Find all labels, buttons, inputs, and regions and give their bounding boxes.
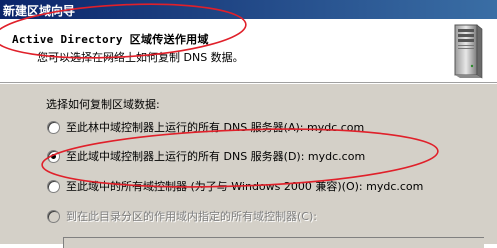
option-domain-dns[interactable]: 至此域中域控制器上运行的所有 DNS 服务器(D): mydc.com [47,148,365,164]
option-domain-dc[interactable]: 至此域中的所有域控制器 (为了与 Windows 2000 兼容)(O): my… [47,178,423,194]
wizard-body: 选择如何复制区域数据: 至此林中域控制器上运行的所有 DNS 服务器(A): m… [0,84,497,248]
page-subtitle: 您可以选择在网络上如何复制 DNS 数据。 [37,51,244,64]
wizard-header: Active Directory 区域传送作用域 您可以选择在网络上如何复制 D… [0,19,497,83]
window-title: 新建区域向导 [3,4,76,18]
radio-forest-dns[interactable] [47,120,60,134]
page-title: Active Directory 区域传送作用域 [12,33,209,46]
option-forest-dns-label: 至此林中域控制器上运行的所有 DNS 服务器(A): mydc.com [66,121,365,134]
option-directory-partition-label: 到在此目录分区的作用域内指定的所有域控制器(C): [66,210,317,223]
radio-domain-dc[interactable] [47,179,60,193]
option-forest-dns[interactable]: 至此林中域控制器上运行的所有 DNS 服务器(A): mydc.com [47,119,364,135]
option-domain-dc-label: 至此域中的所有域控制器 (为了与 Windows 2000 兼容)(O): my… [66,180,424,193]
radio-directory-partition [47,209,60,223]
option-domain-dns-label: 至此域中域控制器上运行的所有 DNS 服务器(D): mydc.com [66,150,366,163]
radio-domain-dns[interactable] [47,149,60,163]
title-bar: 新建区域向导 [0,0,497,19]
server-icon [454,24,483,79]
directory-partition-select [63,237,484,248]
replication-prompt: 选择如何复制区域数据: [46,98,160,111]
option-directory-partition: 到在此目录分区的作用域内指定的所有域控制器(C): [47,208,317,224]
